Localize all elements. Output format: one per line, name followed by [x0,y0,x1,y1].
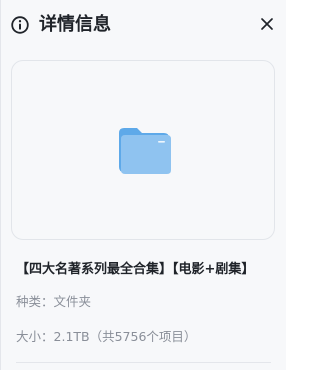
divider [16,362,271,363]
folder-icon [119,128,171,174]
file-size-row: 大小：2.1TB（共5756个项目） [16,328,196,346]
close-icon[interactable] [259,16,275,32]
detail-panel: 详情信息 【四大名著系列最全合集】【电影+剧集】 种类：文件夹 大小：2.1TB… [0,0,286,370]
file-type-row: 种类：文件夹 [16,293,91,311]
file-type-value: 文件夹 [53,294,92,309]
file-type-label: 种类： [16,294,54,309]
file-preview [11,60,275,240]
file-size-label: 大小： [16,329,54,344]
file-size-value: 2.1TB（共5756个项目） [53,329,197,344]
file-name: 【四大名著系列最全合集】【电影+剧集】 [16,262,255,277]
panel-header: 详情信息 [1,0,287,50]
info-circle-icon [11,16,29,34]
panel-title: 详情信息 [39,14,111,35]
